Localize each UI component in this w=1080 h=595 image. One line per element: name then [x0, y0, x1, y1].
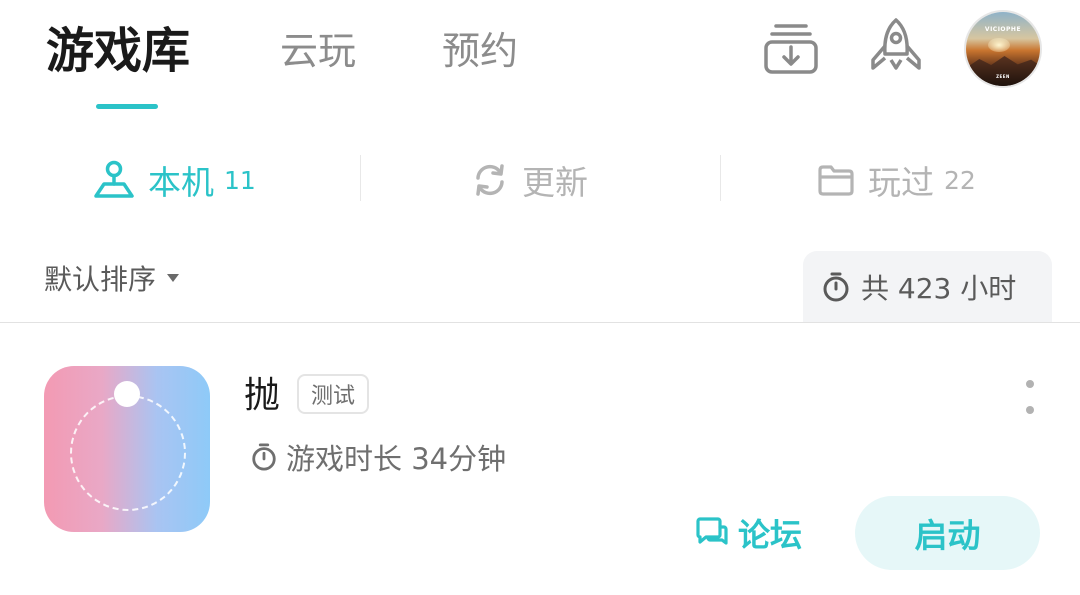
avatar-landscape	[966, 56, 1040, 86]
subtab-update[interactable]: 更新	[470, 154, 588, 206]
chat-bubble-icon	[696, 517, 728, 545]
rocket-icon[interactable]	[863, 14, 929, 80]
subtab-played-label: 玩过	[868, 163, 934, 202]
sort-label: 默认排序	[44, 263, 157, 296]
subtab-divider	[360, 155, 361, 201]
subtab-local-label: 本机	[148, 163, 214, 202]
more-dot	[1026, 380, 1034, 388]
sort-dropdown[interactable]: 默认排序	[44, 258, 180, 298]
tab-game-library[interactable]: 游戏库	[46, 22, 190, 80]
tab-cloud-play[interactable]: 云玩	[280, 22, 356, 80]
subtab-update-label: 更新	[522, 163, 588, 202]
user-avatar[interactable]: VICIOPHE ZEEN	[966, 12, 1040, 86]
download-icon[interactable]	[758, 14, 824, 80]
avatar-caption: VICIOPHE	[984, 26, 1022, 33]
game-icon-ring	[70, 395, 186, 511]
avatar-subcaption: ZEEN	[996, 74, 1010, 79]
game-library-page: 游戏库 云玩 预约 VICIOPHE ZEEN 本机 11 更新 玩过 22 默…	[0, 0, 1080, 595]
gamepad-user-icon	[94, 160, 134, 198]
total-playtime-badge: 共 423 小时	[803, 251, 1052, 323]
game-title: 抛	[244, 375, 281, 416]
launch-button[interactable]: 启动	[855, 496, 1040, 570]
refresh-icon	[476, 164, 504, 196]
game-playtime: 游戏时长 34分钟	[250, 436, 506, 478]
tab-reservations[interactable]: 预约	[442, 22, 518, 80]
forum-button[interactable]: 论坛	[694, 510, 802, 556]
subtab-divider	[720, 155, 721, 201]
subtab-played[interactable]: 玩过 22	[816, 154, 976, 206]
caret-down-icon	[167, 274, 180, 282]
game-icon-ball	[114, 381, 140, 407]
subtab-local-count: 11	[224, 165, 256, 195]
active-tab-indicator	[96, 104, 158, 109]
more-options-icon[interactable]	[1018, 380, 1042, 414]
subtab-local[interactable]: 本机 11	[92, 154, 256, 206]
section-divider	[0, 322, 1080, 323]
more-dot	[1026, 406, 1034, 414]
folder-icon	[818, 165, 854, 196]
stopwatch-icon	[823, 272, 849, 302]
game-playtime-label: 游戏时长 34分钟	[286, 442, 507, 476]
stopwatch-icon	[252, 443, 276, 471]
subtab-played-count: 22	[944, 165, 976, 195]
game-app-icon[interactable]	[44, 366, 210, 532]
forum-label: 论坛	[738, 516, 803, 554]
total-playtime-label: 共 423 小时	[861, 272, 1017, 305]
avatar-sun	[988, 38, 1010, 52]
game-test-tag: 测试	[297, 374, 370, 414]
